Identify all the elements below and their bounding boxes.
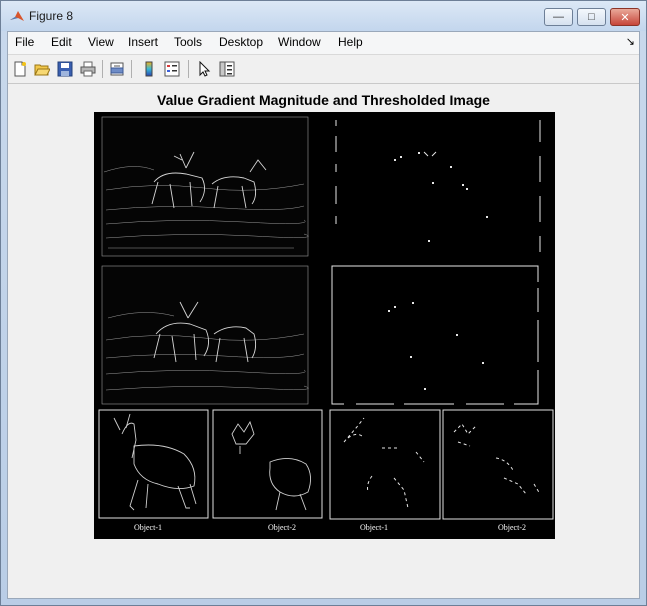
open-file-button[interactable] — [32, 59, 52, 79]
toolbar-separator — [131, 60, 132, 78]
object-label-1: Object-1 — [134, 523, 162, 532]
property-editor-button[interactable] — [217, 59, 237, 79]
dock-arrow-icon[interactable]: ↘ — [626, 35, 635, 48]
print-icon — [80, 61, 96, 77]
object-2-threshold-image: Object-2 — [442, 409, 554, 532]
object-label-2: Object-2 — [268, 523, 296, 532]
edit-plot-button[interactable] — [194, 59, 214, 79]
plot-title: Value Gradient Magnitude and Thresholded… — [157, 92, 490, 108]
toolbar-separator — [188, 60, 189, 78]
close-icon: ✕ — [620, 11, 630, 24]
pointer-icon — [199, 61, 211, 77]
menu-edit[interactable]: Edit — [51, 35, 72, 49]
object-1-gradient-image: Object-1 — [98, 409, 209, 532]
title-bar[interactable]: Figure 8 — □ ✕ — [1, 1, 646, 31]
print-preview-button[interactable] — [107, 59, 127, 79]
object-label-4: Object-2 — [498, 523, 526, 532]
threshold-image-1 — [330, 117, 542, 256]
menu-insert[interactable]: Insert — [128, 35, 158, 49]
print-preview-icon — [110, 62, 124, 76]
gradient-image-1 — [101, 116, 309, 257]
new-figure-button[interactable] — [10, 59, 30, 79]
minimize-button[interactable]: — — [544, 8, 573, 26]
colorbar-icon — [145, 61, 153, 77]
close-button[interactable]: ✕ — [610, 8, 640, 26]
figure-client-area: File Edit View Insert Tools Desktop Wind… — [7, 31, 640, 599]
menu-window[interactable]: Window — [278, 35, 321, 49]
menu-help[interactable]: Help — [338, 35, 363, 49]
threshold-image-2 — [331, 265, 540, 406]
toolbar — [8, 55, 639, 84]
object-1-threshold-image: Object-1 — [329, 409, 441, 532]
legend-button[interactable] — [162, 59, 182, 79]
property-editor-icon — [219, 61, 235, 77]
object-label-3: Object-1 — [360, 523, 388, 532]
toolbar-separator — [102, 60, 103, 78]
menu-tools[interactable]: Tools — [174, 35, 202, 49]
maximize-button[interactable]: □ — [577, 8, 606, 26]
open-file-icon — [34, 64, 50, 76]
maximize-icon: □ — [588, 11, 595, 23]
figure-window: Figure 8 — □ ✕ File Edit View Insert Too… — [0, 0, 647, 606]
gradient-image-2 — [101, 265, 309, 405]
menu-desktop[interactable]: Desktop — [219, 35, 263, 49]
colorbar-button[interactable] — [139, 59, 159, 79]
image-montage: Object-1 Object-2 Object-1 Object-2 — [98, 116, 554, 532]
window-title: Figure 8 — [29, 9, 74, 23]
object-2-gradient-image: Object-2 — [212, 409, 323, 532]
minimize-icon: — — [553, 11, 564, 23]
matlab-icon — [10, 11, 24, 21]
new-figure-icon — [14, 61, 26, 77]
save-icon — [57, 61, 73, 77]
print-button[interactable] — [78, 59, 98, 79]
menu-view[interactable]: View — [88, 35, 114, 49]
legend-icon — [164, 61, 180, 77]
save-button[interactable] — [55, 59, 75, 79]
menu-bar: File Edit View Insert Tools Desktop Wind… — [8, 32, 639, 55]
menu-file[interactable]: File — [15, 35, 34, 49]
image-axes: Object-1 Object-2 Object-1 Object-2 — [94, 112, 555, 539]
